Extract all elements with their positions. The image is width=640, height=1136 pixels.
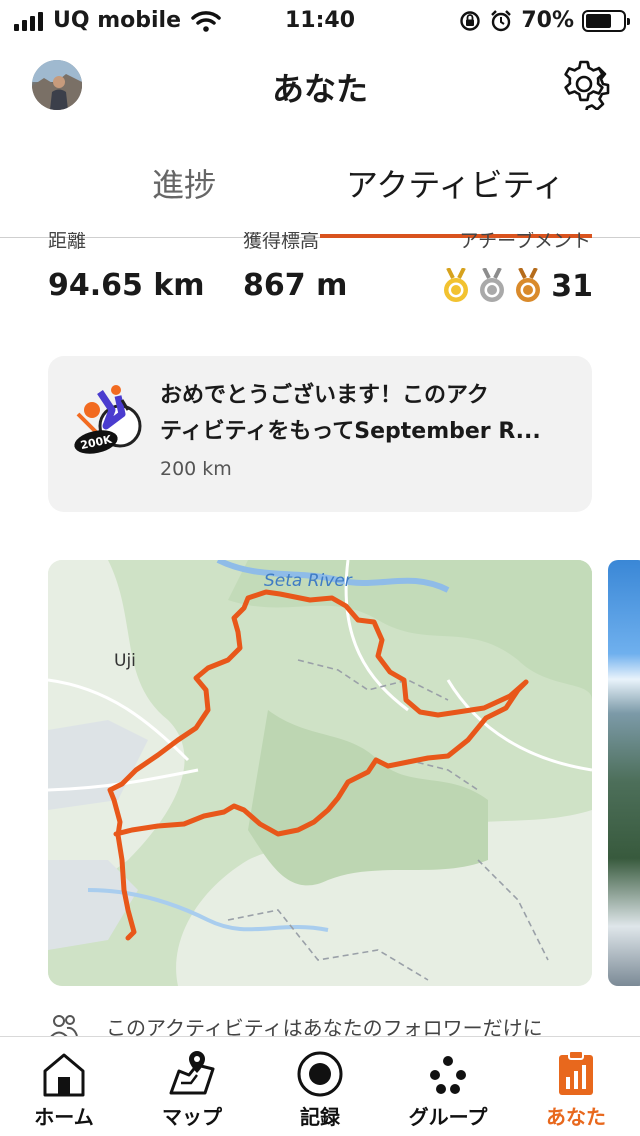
tab-progress[interactable]: 進捗 (152, 160, 216, 206)
map-label-uji: Uji (114, 651, 136, 671)
nav-home[interactable]: ホーム (0, 1049, 128, 1130)
groups-icon (430, 1056, 466, 1094)
distance-value: 94.65 km (48, 268, 205, 303)
elevation-label: 獲得標高 (243, 232, 320, 252)
nav-maps[interactable]: マップ (128, 1049, 256, 1130)
battery-percent: 70% (521, 8, 574, 33)
bronze-medal-icon (516, 268, 541, 302)
gear-icon[interactable] (558, 58, 610, 110)
nav-you[interactable]: あなた (512, 1049, 640, 1130)
tab-bar: 進捗 アクティビティ (0, 150, 640, 238)
banner-message-line-2: ティビティをもってSeptember R... (160, 419, 541, 444)
status-bar: UQ mobile 11:40 70% (0, 0, 640, 44)
nav-home-label: ホーム (34, 1105, 94, 1129)
header: あなた (0, 52, 640, 116)
nav-record[interactable]: 記録 (256, 1049, 384, 1130)
record-icon (297, 1051, 343, 1097)
activity-stats: 距離 94.65 km 獲得標高 867 m アチーブメント 31 (48, 232, 593, 322)
elevation-value: 867 m (243, 268, 348, 303)
achievement-medals[interactable]: 31 (441, 268, 593, 304)
battery-icon (582, 9, 630, 32)
alarm-icon (491, 9, 512, 31)
gold-medal-icon (444, 268, 469, 302)
challenge-badge-icon: 200K (74, 385, 142, 454)
page-title: あなた (271, 70, 368, 108)
route-map: Seta River Uji (48, 560, 592, 986)
challenge-banner[interactable]: 200K おめでとうございます！このアク ティビティをもってSeptember … (48, 356, 592, 512)
activity-map[interactable]: Seta River Uji (48, 560, 592, 986)
map-label-seta-river: Seta River (264, 571, 353, 591)
achievements-label: アチーブメント (459, 232, 591, 252)
nav-you-label: あなた (546, 1105, 606, 1129)
silver-medal-icon (480, 268, 505, 302)
nav-maps-label: マップ (162, 1105, 222, 1129)
distance-label: 距離 (48, 232, 87, 252)
status-right: 70% (459, 8, 630, 33)
achievement-count: 31 (551, 268, 593, 304)
home-icon (43, 1053, 85, 1097)
banner-message: おめでとうございます！このアク ティビティをもってSeptember R... (160, 378, 570, 450)
you-icon (559, 1050, 593, 1095)
orientation-lock-icon (460, 10, 481, 31)
nav-groups-label: グループ (408, 1105, 488, 1129)
tab-activities[interactable]: アクティビティ (346, 160, 565, 206)
banner-message-line-1: おめでとうございます！このアク (160, 383, 489, 408)
nav-record-label: 記録 (300, 1105, 340, 1129)
bottom-nav: ホーム マップ 記録 グループ あなた (0, 1036, 640, 1136)
banner-subtitle: 200 km (160, 458, 232, 480)
activity-photo-peek[interactable] (608, 560, 640, 986)
map-icon (169, 1051, 215, 1095)
nav-groups[interactable]: グループ (384, 1049, 512, 1130)
